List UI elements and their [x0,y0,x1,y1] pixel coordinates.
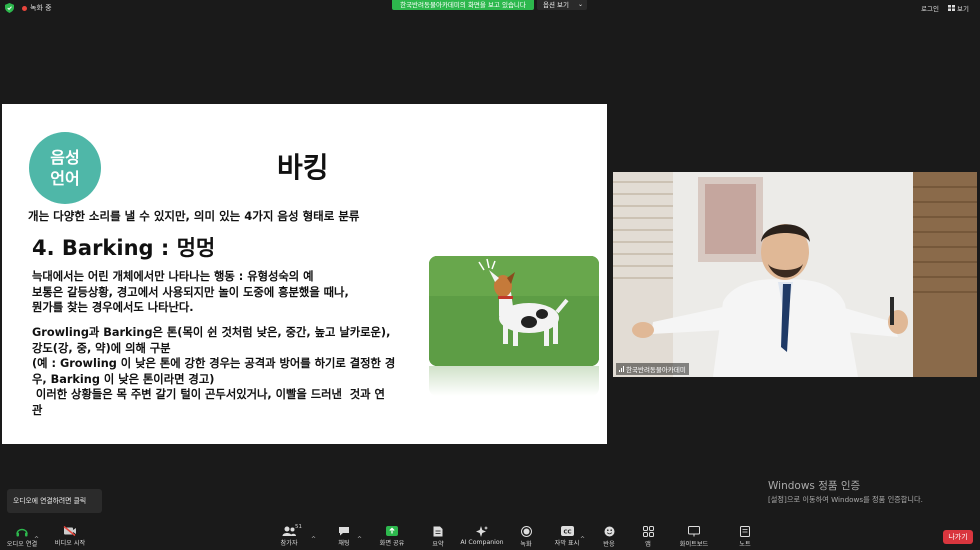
share-screen-icon [386,526,398,536]
para2-line: 우, Barking 이 낮은 톤이라면 경고) [32,372,215,386]
chevron-up-icon: ^ [357,536,363,543]
svg-text:CC: CC [563,529,571,535]
chat-bubble-icon [339,527,349,536]
photo-reflection [429,366,599,396]
captions-button[interactable]: CC 자막 표시 [554,526,580,547]
start-video-label: 비디오 시작 [54,540,86,547]
speaker-video-frame [613,172,977,377]
para1-line: 뭔가를 찾는 경우에서도 나타난다. [32,301,194,314]
grid-view-icon [948,5,955,11]
captions-options-caret[interactable]: ^ [580,526,585,545]
notes-label: 노트 [739,541,751,548]
participants-button[interactable]: 51 참가자 [276,524,302,547]
login-button[interactable]: 로그인 [921,3,939,13]
smiley-reactions-icon [604,526,614,537]
reactions-button[interactable]: 반응 [601,526,617,548]
cc-captions-icon: CC [560,526,574,536]
participants-count: 51 [295,524,302,530]
participants-label: 참가자 [280,540,298,547]
participant-name: 한국반려동물아카데미 [626,366,686,374]
para1-line: 늑대에서는 어린 개체에서만 나타나는 행동 : 유형성숙의 예 [32,270,314,283]
participant-name-tag: 한국반려동물아카데미 [616,363,689,375]
chevron-down-icon: ⌄ [577,1,583,8]
para2-line: Growling과 Barking은 톤(목이 쉰 것처럼 낮은, 중간, 높고… [32,326,391,339]
share-screen-button[interactable]: 화면 공유 [376,526,408,547]
paragraph-1: 늑대에서는 어린 개체에서만 나타나는 행동 : 유형성숙의 예 보통은 갈등상… [32,269,417,316]
headphones-icon [16,528,28,537]
activation-title: Windows 정품 인증 [768,480,861,492]
summary-document-icon [433,526,443,537]
para2-line: 강도(강, 중, 약)에 의해 구분 [32,341,171,355]
view-options-button[interactable]: 옵션 보기 ⌄ [537,0,587,10]
video-off-icon [63,526,76,536]
para2-line: 이러한 상황들은 목 주변 갈기 털이 곤두서있거나, 이빨을 드러낸 것과 연 [32,388,385,401]
audio-options-caret[interactable]: ^ [34,526,39,545]
whiteboard-icon [688,526,700,537]
security-shield-icon[interactable] [5,3,14,13]
record-label: 녹화 [520,541,532,548]
chat-options-caret[interactable]: ^ [357,526,362,545]
reactions-label: 반응 [603,541,615,548]
notes-icon [740,526,750,537]
recording-label: 녹화 중 [30,4,52,12]
chevron-up-icon: ^ [34,536,40,543]
chat-button[interactable]: 채팅 [336,526,352,547]
share-screen-label: 화면 공유 [379,540,405,547]
slide-title: 바킹 [277,151,329,184]
participants-options-caret[interactable]: ^ [311,526,316,545]
speaker-video[interactable]: 한국반려동물아카데미 [613,172,977,377]
windows-activation-watermark: Windows 정품 인증 [설정]으로 이동하여 Windows를 정품 인증… [768,478,923,505]
paragraph-2: Growling과 Barking은 톤(목이 쉰 것처럼 낮은, 중간, 높고… [32,325,417,418]
record-button[interactable]: 녹화 [518,526,534,548]
view-options-label: 옵션 보기 [543,1,569,9]
chevron-up-icon: ^ [580,536,586,543]
summary-button[interactable]: 요약 [428,526,448,548]
record-dot-icon [22,5,27,11]
notes-button[interactable]: 노트 [737,526,753,548]
ai-companion-label: AI Companion [460,539,504,546]
para2-line: 관 [32,403,43,417]
summary-label: 요약 [432,541,444,548]
top-bar: 녹화 중 한국반려동물아카데미의 화면을 보고 있습니다 옵션 보기 ⌄ 로그인… [0,0,980,16]
section-heading: 4. Barking : 멍멍 [32,236,216,260]
record-icon [520,526,532,537]
ai-sparkle-icon [476,526,488,537]
apps-grid-icon [642,526,654,537]
participants-icon [282,526,296,536]
whiteboard-button[interactable]: 화이트보드 [678,526,710,548]
badge-line-2: 언어 [50,169,80,188]
signal-bars-icon [619,366,624,372]
start-video-button[interactable]: 비디오 시작 [52,526,88,547]
audio-tooltip: 오디오에 연결하려면 클릭 [7,489,102,513]
barking-dog-photo [429,256,599,366]
whiteboard-label: 화이트보드 [679,541,709,548]
leave-meeting-button[interactable]: 나가기 [943,530,973,544]
screen-share-banner: 한국반려동물아카데미의 화면을 보고 있습니다 [392,0,534,10]
apps-button[interactable]: 앱 [642,526,654,548]
activation-message: [설정]으로 이동하여 Windows를 정품 인증합니다. [768,495,923,504]
para2-line: (예 : Growling 이 낮은 톤에 강한 경우는 공격과 방어를 하기로… [32,357,396,370]
view-label: 보기 [957,5,969,13]
view-button[interactable]: 보기 [948,3,969,13]
captions-label: 자막 표시 [554,540,580,547]
chevron-up-icon: ^ [311,536,317,543]
apps-label: 앱 [645,541,651,548]
badge-line-1: 음성 [50,148,80,167]
recording-indicator[interactable]: 녹화 중 [22,3,52,13]
topic-badge: 음성 언어 [29,132,101,204]
meeting-toolbar: 오디오 연결 ^ 비디오 시작 51 참가자 ^ 채팅 ^ 화면 공유 요약 A… [0,518,980,550]
para1-line: 보통은 갈등상황, 경고에서 사용되지만 놀이 도중에 흥분했을 때나, [32,285,349,299]
chat-label: 채팅 [338,540,350,547]
slide-subtitle: 개는 다양한 소리를 낼 수 있지만, 의미 있는 4가지 음성 형태로 분류 [28,209,360,223]
shared-slide: 음성 언어 바킹 개는 다양한 소리를 낼 수 있지만, 의미 있는 4가지 음… [2,104,607,444]
ai-companion-button[interactable]: AI Companion [460,526,504,546]
